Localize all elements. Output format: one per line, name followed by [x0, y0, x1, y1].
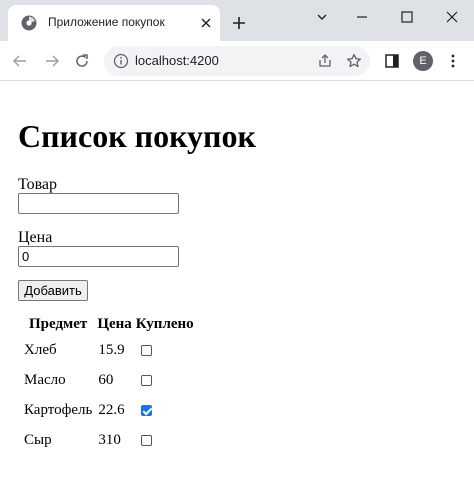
url-text: localhost:4200 — [135, 53, 219, 68]
chevron-down-icon[interactable] — [313, 8, 331, 26]
side-panel-icon[interactable] — [383, 52, 401, 70]
item-name: Сыр — [24, 431, 52, 448]
header-price: Цена — [97, 315, 132, 332]
table-row: Масло 60 — [22, 366, 195, 394]
forward-icon[interactable] — [43, 52, 61, 70]
add-button[interactable]: Добавить — [18, 280, 88, 301]
item-input[interactable] — [18, 193, 179, 214]
maximize-icon[interactable] — [398, 8, 416, 26]
header-bought: Куплено — [135, 315, 194, 332]
item-price: 22.6 — [98, 401, 125, 418]
item-label: Товар — [18, 176, 58, 193]
star-icon[interactable] — [345, 52, 363, 70]
item-price: 310 — [98, 431, 121, 448]
item-price: 60 — [98, 371, 114, 388]
share-icon[interactable] — [316, 52, 334, 70]
table-row: Картофель 22.6 — [22, 396, 195, 424]
shopping-table: Предмет Цена Куплено Хлеб 15.9 Масло 60 … — [20, 312, 197, 456]
page-content: Список покупок Товар Цена Добавить Предм… — [0, 82, 474, 486]
address-bar[interactable]: localhost:4200 — [104, 46, 370, 76]
item-price: 15.9 — [98, 341, 125, 358]
item-name: Картофель — [24, 401, 93, 418]
price-input[interactable] — [18, 246, 179, 267]
bought-checkbox[interactable] — [140, 404, 152, 416]
tab-strip: Приложение покупок — [0, 0, 474, 41]
tab-title: Приложение покупок — [48, 15, 165, 29]
table-row: Хлеб 15.9 — [22, 336, 195, 364]
price-label: Цена — [18, 229, 53, 246]
window-close-icon[interactable] — [443, 8, 461, 26]
reload-icon[interactable] — [73, 52, 91, 70]
avatar[interactable]: E — [413, 51, 433, 71]
bought-checkbox[interactable] — [140, 374, 152, 386]
menu-icon[interactable] — [444, 52, 462, 70]
minimize-icon[interactable] — [353, 8, 371, 26]
bought-checkbox[interactable] — [140, 434, 152, 446]
browser-tab[interactable]: Приложение покупок — [8, 5, 220, 41]
info-icon[interactable] — [113, 53, 129, 69]
table-row: Сыр 310 — [22, 426, 195, 454]
page-title: Список покупок — [18, 118, 256, 154]
item-name: Масло — [24, 371, 66, 388]
favicon-icon — [21, 15, 37, 31]
close-icon[interactable] — [200, 17, 212, 29]
table-header-row: Предмет Цена Куплено — [22, 314, 195, 334]
item-name: Хлеб — [24, 341, 57, 358]
new-tab-icon[interactable] — [231, 15, 247, 31]
browser-toolbar: localhost:4200 E — [0, 41, 474, 81]
bought-checkbox[interactable] — [140, 344, 152, 356]
header-item: Предмет — [29, 315, 88, 332]
back-icon[interactable] — [11, 52, 29, 70]
